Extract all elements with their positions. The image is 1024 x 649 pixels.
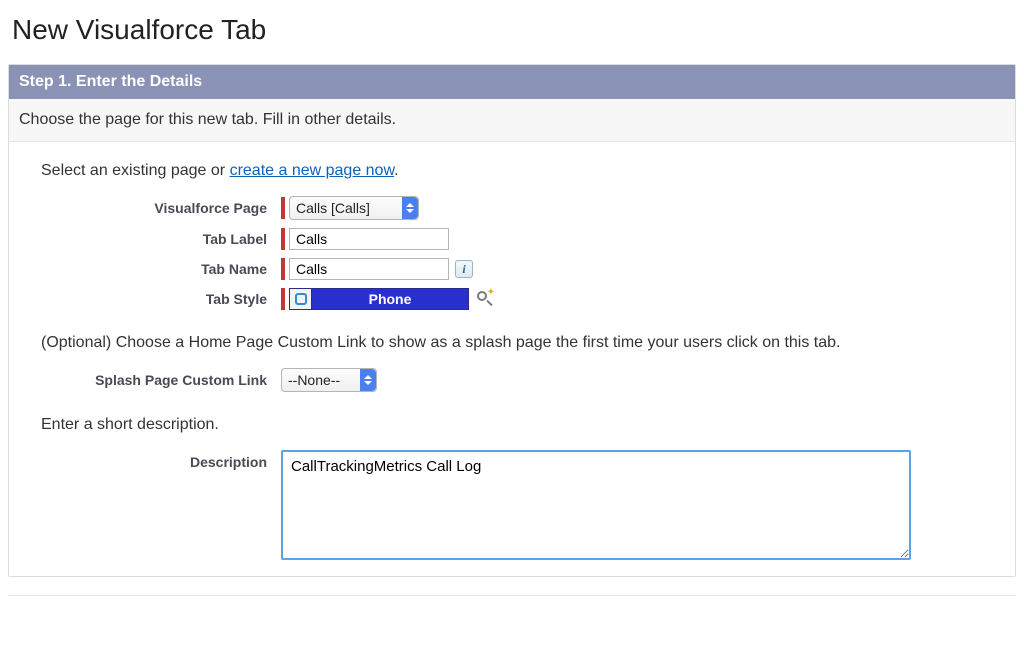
required-indicator — [281, 288, 285, 310]
label-tab-name: Tab Name — [41, 261, 281, 277]
chevron-updown-icon — [360, 369, 376, 391]
required-indicator — [281, 197, 285, 219]
tab-name-input[interactable] — [289, 258, 449, 280]
chevron-updown-icon — [402, 197, 418, 219]
row-tab-label: Tab Label — [41, 228, 983, 250]
bottom-separator — [8, 595, 1016, 596]
info-icon[interactable]: i — [455, 260, 473, 278]
description-textarea[interactable] — [281, 450, 911, 560]
form-body: Select an existing page or create a new … — [9, 142, 1015, 576]
row-splash-link: Splash Page Custom Link --None-- — [41, 368, 983, 392]
details-panel: Step 1. Enter the Details Choose the pag… — [8, 64, 1016, 577]
phone-icon — [290, 288, 312, 310]
row-visualforce-page: Visualforce Page Calls [Calls] — [41, 196, 983, 220]
page-title: New Visualforce Tab — [12, 14, 1016, 46]
required-indicator — [281, 228, 285, 250]
visualforce-page-value: Calls [Calls] — [296, 200, 370, 216]
row-tab-style: Tab Style Phone ✦ — [41, 288, 983, 310]
panel-subheader: Choose the page for this new tab. Fill i… — [9, 99, 1015, 142]
panel-header: Step 1. Enter the Details — [9, 65, 1015, 99]
label-description: Description — [41, 450, 281, 470]
splash-link-select[interactable]: --None-- — [281, 368, 377, 392]
tab-style-selector[interactable]: Phone — [289, 288, 469, 310]
tab-label-input[interactable] — [289, 228, 449, 250]
prompt-before: Select an existing page or — [41, 162, 230, 179]
row-tab-name: Tab Name i — [41, 258, 983, 280]
label-splash-link: Splash Page Custom Link — [41, 372, 281, 388]
visualforce-page-select[interactable]: Calls [Calls] — [289, 196, 419, 220]
required-indicator — [281, 258, 285, 280]
label-tab-label: Tab Label — [41, 231, 281, 247]
splash-page-prompt: (Optional) Choose a Home Page Custom Lin… — [41, 334, 983, 352]
splash-link-value: --None-- — [288, 372, 340, 388]
label-tab-style: Tab Style — [41, 291, 281, 307]
label-visualforce-page: Visualforce Page — [41, 200, 281, 216]
lookup-icon[interactable]: ✦ — [475, 289, 495, 309]
tab-style-value: Phone — [312, 291, 468, 307]
row-description: Description — [41, 450, 983, 560]
select-page-prompt: Select an existing page or create a new … — [41, 162, 983, 180]
create-new-page-link[interactable]: create a new page now — [230, 162, 395, 179]
description-prompt: Enter a short description. — [41, 416, 983, 434]
prompt-after: . — [394, 162, 398, 179]
